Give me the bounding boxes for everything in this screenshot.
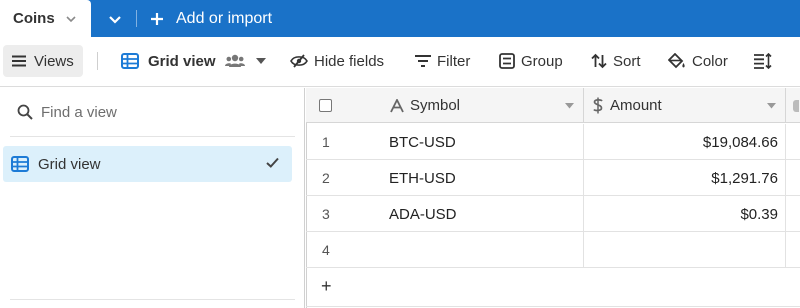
- column-header-symbol[interactable]: Symbol: [383, 88, 584, 123]
- base-tab-bar: Coins Add or import: [0, 0, 800, 37]
- data-grid: Symbol Amount 1 BTC-USD $19,084.66 2 ETH…: [306, 88, 800, 308]
- checkmark-icon: [266, 157, 279, 168]
- sort-label: Sort: [613, 52, 641, 70]
- caret-down-icon: [255, 57, 266, 64]
- text-field-icon: [390, 98, 404, 112]
- filter-button[interactable]: Filter: [415, 45, 470, 77]
- filter-label: Filter: [437, 52, 471, 70]
- column-header-amount[interactable]: Amount: [584, 88, 786, 123]
- paint-bucket-icon: [668, 52, 685, 68]
- table-tab-label: Coins: [13, 10, 55, 27]
- row-number: 4: [322, 242, 330, 258]
- eye-slash-icon: [290, 54, 308, 68]
- column-header-label: Amount: [610, 97, 662, 114]
- cell-amount[interactable]: $1,291.76: [584, 160, 786, 196]
- table-row[interactable]: 4: [306, 232, 800, 268]
- cell-symbol[interactable]: ETH-USD: [383, 160, 584, 196]
- find-view-search[interactable]: [0, 88, 305, 136]
- sort-button[interactable]: Sort: [591, 45, 641, 77]
- toolbar-divider: [97, 52, 98, 70]
- find-view-input[interactable]: [41, 103, 281, 121]
- add-field-edge-icon: [793, 99, 799, 112]
- select-all-checkbox[interactable]: [319, 99, 332, 112]
- views-sidebar: Grid view: [0, 88, 305, 308]
- row-height-button[interactable]: [754, 45, 772, 77]
- table-row[interactable]: 3 ADA-USD $0.39: [306, 196, 800, 232]
- add-row[interactable]: +: [306, 268, 800, 304]
- all-tables-dropdown[interactable]: [98, 6, 132, 31]
- group-label: Group: [521, 52, 563, 70]
- chevron-down-icon[interactable]: [65, 13, 77, 25]
- chevron-down-icon: [109, 15, 121, 24]
- select-all-cell: [306, 88, 383, 123]
- sidebar-view-grid-view[interactable]: Grid view: [3, 146, 292, 182]
- cell-symbol[interactable]: BTC-USD: [383, 124, 584, 160]
- color-button[interactable]: Color: [668, 45, 728, 77]
- search-icon: [17, 104, 33, 120]
- table-tab-coins[interactable]: Coins: [0, 0, 91, 37]
- group-button[interactable]: Group: [499, 45, 563, 77]
- row-number: 1: [322, 134, 330, 150]
- row-height-icon: [754, 53, 772, 69]
- row-number: 3: [322, 206, 330, 222]
- caret-down-icon[interactable]: [767, 103, 776, 109]
- cell-symbol[interactable]: [383, 232, 584, 268]
- sidebar-bottom-divider: [10, 299, 295, 300]
- hide-fields-label: Hide fields: [314, 52, 385, 70]
- row-number: 2: [322, 170, 330, 186]
- views-label: Views: [34, 52, 74, 70]
- currency-icon: [593, 97, 603, 114]
- filter-icon: [415, 55, 431, 67]
- add-or-import-button[interactable]: Add or import: [150, 0, 272, 37]
- tab-divider: [136, 10, 137, 27]
- view-toolbar: Views Grid view Hide fields Filter Group: [0, 37, 800, 87]
- grid-bottom-border: [306, 306, 800, 307]
- current-view-name: Grid view: [148, 52, 216, 70]
- column-header-label: Symbol: [410, 97, 461, 114]
- grid-header: Symbol Amount: [306, 88, 800, 123]
- group-icon: [499, 53, 515, 69]
- cell-amount[interactable]: [584, 232, 786, 268]
- view-switcher-button[interactable]: Grid view: [121, 45, 266, 77]
- cell-symbol[interactable]: ADA-USD: [383, 196, 584, 232]
- cell-amount[interactable]: $19,084.66: [584, 124, 786, 160]
- sort-arrows-icon: [591, 53, 607, 69]
- users-icon: [224, 54, 245, 67]
- grid-view-icon: [11, 156, 29, 172]
- add-row-button[interactable]: +: [306, 268, 383, 304]
- hide-fields-button[interactable]: Hide fields: [290, 45, 384, 77]
- color-label: Color: [692, 52, 728, 70]
- caret-down-icon[interactable]: [565, 103, 574, 109]
- sidebar-view-label: Grid view: [38, 155, 101, 173]
- hamburger-icon: [12, 55, 26, 67]
- cell-amount[interactable]: $0.39: [584, 196, 786, 232]
- views-toggle-button[interactable]: Views: [3, 45, 83, 77]
- table-row[interactable]: 1 BTC-USD $19,084.66: [306, 124, 800, 160]
- grid-view-icon: [121, 53, 139, 69]
- plus-icon: [151, 12, 163, 25]
- add-or-import-label: Add or import: [176, 9, 273, 27]
- sidebar-divider: [10, 136, 295, 137]
- table-row[interactable]: 2 ETH-USD $1,291.76: [306, 160, 800, 196]
- add-field-button[interactable]: [786, 88, 800, 123]
